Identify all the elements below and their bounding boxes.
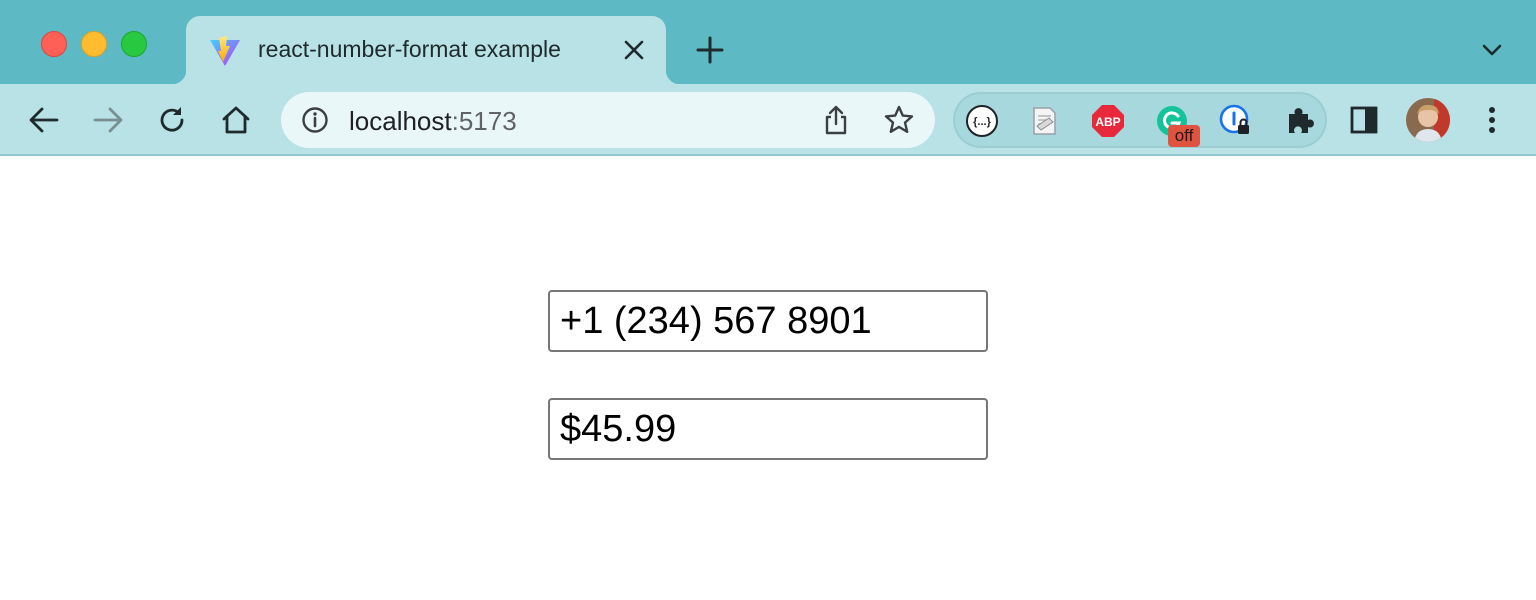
close-icon[interactable] <box>620 36 648 64</box>
phone-number-input[interactable] <box>548 290 988 352</box>
price-input[interactable] <box>548 398 988 460</box>
url-text[interactable]: localhost:5173 <box>349 106 517 137</box>
json-formatter-icon[interactable]: {...} <box>965 104 999 138</box>
bookmark-star-icon[interactable] <box>883 104 915 136</box>
close-window-button[interactable] <box>41 31 67 57</box>
tab-strip: react-number-format example <box>0 0 1536 84</box>
more-menu-icon[interactable] <box>1478 102 1506 138</box>
adblock-plus-icon[interactable]: ABP <box>1091 104 1125 138</box>
side-panel-icon[interactable] <box>1348 104 1380 136</box>
url-host: localhost <box>349 106 452 136</box>
forward-arrow-icon <box>93 107 123 133</box>
info-icon[interactable] <box>301 106 329 134</box>
page-content <box>0 158 1536 600</box>
document-extension-icon[interactable] <box>1027 104 1061 138</box>
avatar[interactable] <box>1406 98 1450 142</box>
new-tab-icon[interactable] <box>692 32 728 68</box>
grammarly-off-badge: off <box>1168 125 1200 147</box>
minimize-window-button[interactable] <box>81 31 107 57</box>
back-arrow-icon <box>29 107 59 133</box>
home-button[interactable] <box>216 100 256 140</box>
browser-window: react-number-format example localhost:51… <box>0 0 1536 600</box>
extensions-puzzle-icon[interactable] <box>1283 104 1317 138</box>
svg-text:ABP: ABP <box>1095 115 1120 129</box>
tab-title: react-number-format example <box>258 36 561 62</box>
chevron-down-icon[interactable] <box>1478 36 1506 64</box>
tab-active[interactable]: react-number-format example <box>172 16 680 84</box>
vite-icon <box>210 36 240 66</box>
reload-button[interactable] <box>152 100 192 140</box>
svg-text:{...}: {...} <box>973 116 991 128</box>
zoom-window-button[interactable] <box>121 31 147 57</box>
toolbar: localhost:5173 {...} ABP off <box>0 84 1536 156</box>
url-port: :5173 <box>451 106 517 136</box>
address-bar[interactable]: localhost:5173 <box>281 92 935 148</box>
extensions-group: {...} ABP <box>953 92 1327 148</box>
forward-button[interactable] <box>88 100 128 140</box>
home-icon <box>222 106 250 134</box>
back-button[interactable] <box>24 100 64 140</box>
share-icon[interactable] <box>821 104 851 136</box>
password-manager-icon[interactable] <box>1219 104 1253 138</box>
reload-icon <box>160 107 184 132</box>
